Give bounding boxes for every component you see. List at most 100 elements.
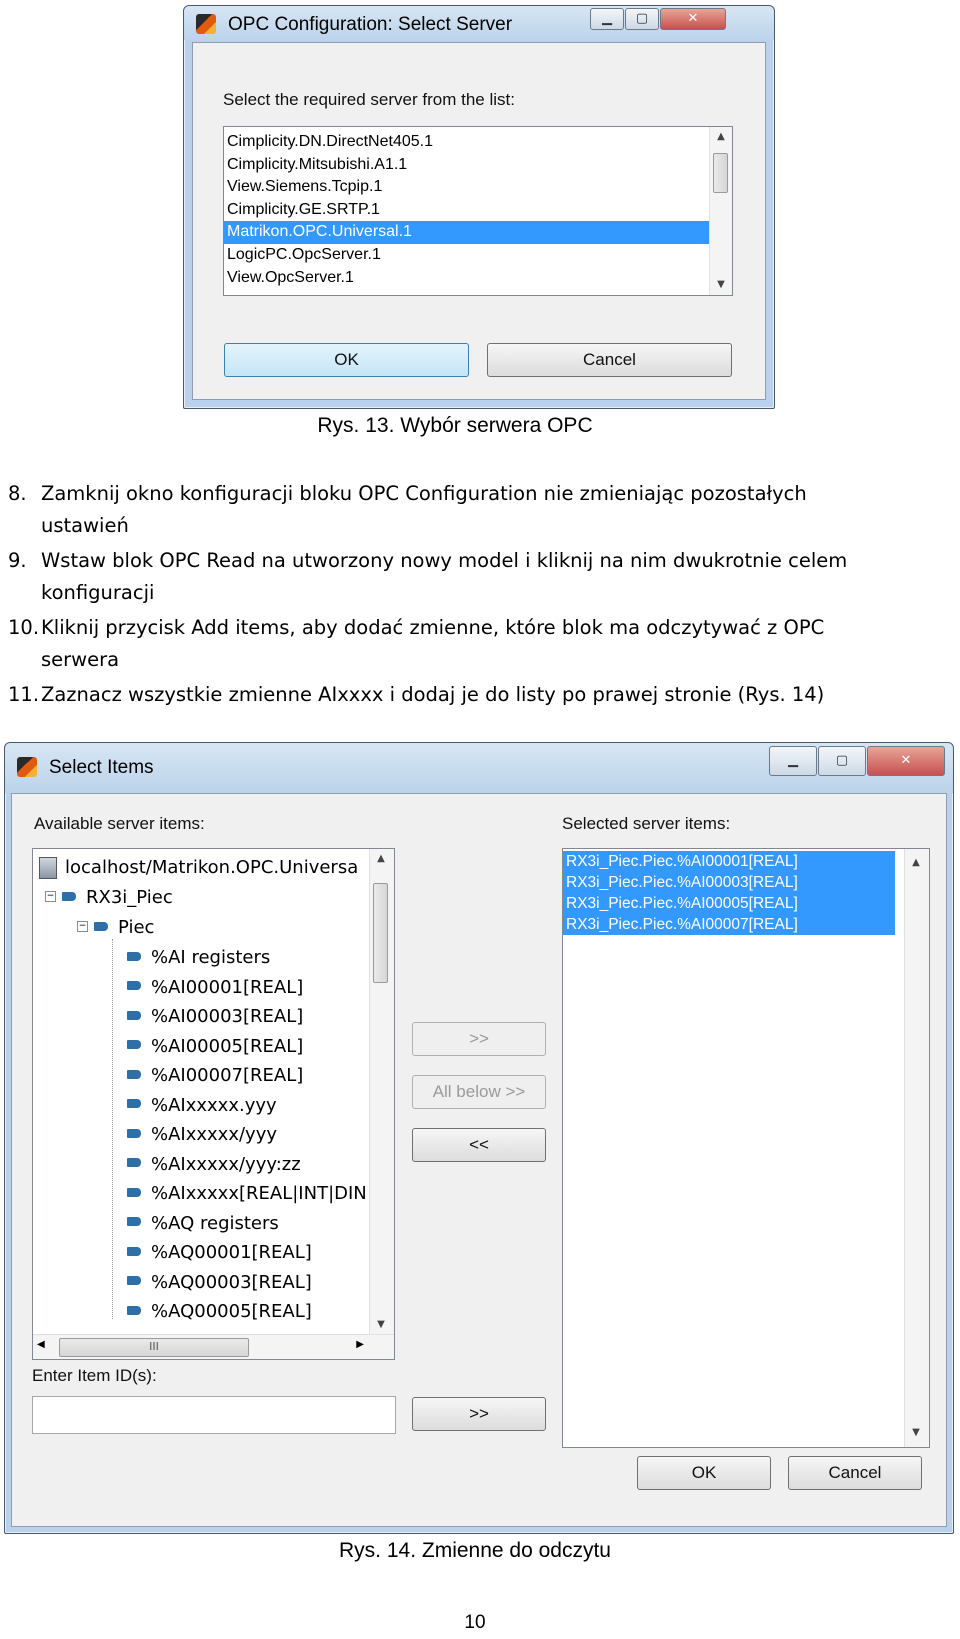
add-item-id-button[interactable]: >> xyxy=(412,1397,546,1431)
tree-leaf-label: %AQ00003[REAL] xyxy=(151,1271,312,1293)
minimize-icon[interactable]: ▁ xyxy=(590,8,624,30)
scroll-left-icon[interactable]: ◀ xyxy=(37,1339,45,1350)
tag-icon xyxy=(127,1010,141,1020)
collapse-icon[interactable]: − xyxy=(77,920,88,932)
selected-list-scrollbar[interactable]: ▲ ▼ xyxy=(904,849,929,1447)
step-text-continued: serwera xyxy=(41,648,120,671)
tag-icon xyxy=(127,1217,141,1226)
tag-icon xyxy=(127,1099,141,1108)
item-id-input[interactable] xyxy=(32,1396,396,1434)
available-items-tree[interactable]: localhost/Matrikon.OPC.Universa − RX3i_Pi… xyxy=(32,848,395,1360)
select-server-title: OPC Configuration: Select Server xyxy=(228,14,513,35)
tree-leaf-label: %AI00007[REAL] xyxy=(151,1065,304,1086)
select-server-window: OPC Configuration: Select Server ▁ ▢ ✕ S… xyxy=(183,5,775,409)
tree-leaf-item[interactable]: %AI00001[REAL] xyxy=(127,973,303,1003)
tree-root-server[interactable]: localhost/Matrikon.OPC.Universa xyxy=(39,853,358,883)
collapse-icon[interactable]: − xyxy=(45,890,56,902)
maximize-icon[interactable]: ▢ xyxy=(625,8,659,30)
step-text-continued: ustawień xyxy=(41,514,129,537)
minimize-icon[interactable]: ▁ xyxy=(769,746,817,776)
step-11: 11. Zaznacz wszystkie zmienne AIxxxx i do… xyxy=(8,679,824,711)
tree-leaf-item[interactable]: %AI00007[REAL] xyxy=(127,1061,303,1091)
tree-horizontal-scrollbar[interactable]: ◀ III ▶ xyxy=(33,1334,394,1359)
tag-icon xyxy=(127,1305,141,1315)
tree-leaf-label: %AIxxxxx/yyy xyxy=(151,1124,278,1145)
scroll-up-icon[interactable]: ▲ xyxy=(710,127,732,147)
server-list-item[interactable]: View.Siemens.Tcpip.1 xyxy=(224,176,710,199)
tree-leaf-item[interactable]: %AIxxxxx/yyy:zz xyxy=(127,1150,301,1180)
page-number: 10 xyxy=(464,1612,486,1633)
tree-vertical-scrollbar[interactable]: ▲ ▼ xyxy=(369,849,394,1335)
tree-leaf-label: %AQ registers xyxy=(151,1212,279,1234)
scrollbar-thumb[interactable] xyxy=(713,153,728,193)
selected-item[interactable]: RX3i_Piec.Piec.%AI00007[REAL] xyxy=(563,914,895,935)
tree-leaf-item[interactable]: %AQ00003[REAL] xyxy=(127,1268,312,1298)
tree-leaf-label: %AI00005[REAL] xyxy=(151,1035,304,1057)
cancel-button[interactable]: Cancel xyxy=(487,343,732,377)
matlab-logo-icon xyxy=(17,757,37,777)
scroll-grip: III xyxy=(149,1340,159,1353)
tag-icon xyxy=(127,1246,141,1256)
server-list-item[interactable]: View.OpcServer.1 xyxy=(224,267,710,290)
tree-node-piec[interactable]: − Piec xyxy=(77,913,154,943)
server-list-item[interactable]: Cimplicity.DN.DirectNet405.1 xyxy=(224,131,710,154)
remove-item-button[interactable]: << xyxy=(412,1128,546,1162)
tree-leaf-label: %AI00001[REAL] xyxy=(151,976,304,998)
cancel-button[interactable]: Cancel xyxy=(788,1456,922,1490)
select-items-titlebar[interactable]: Select Items ▁ ▢ ✕ xyxy=(5,743,953,793)
close-icon[interactable]: ✕ xyxy=(660,8,726,30)
available-items-label: Available server items: xyxy=(34,814,205,833)
selected-items-list[interactable]: RX3i_Piec.Piec.%AI00001[REAL] RX3i_Piec.P… xyxy=(562,848,930,1448)
server-list-scrollbar[interactable]: ▲ ▼ xyxy=(709,127,732,295)
server-list-item[interactable]: LogicPC.OpcServer.1 xyxy=(224,244,710,267)
ok-button[interactable]: OK xyxy=(637,1456,771,1490)
tree-leaf-item[interactable]: %AI00005[REAL] xyxy=(127,1032,303,1062)
scroll-up-icon[interactable]: ▲ xyxy=(370,849,392,869)
tree-leaf-item[interactable]: %AQ00005[REAL] xyxy=(127,1297,312,1327)
step-text-continued: konfiguracji xyxy=(41,581,155,604)
tree-leaf-item[interactable]: %AIxxxxx[REAL|INT|DIN xyxy=(127,1179,367,1209)
scroll-down-icon[interactable]: ▼ xyxy=(370,1315,392,1335)
tree-leaf-item[interactable]: %AIxxxxx/yyy xyxy=(127,1120,277,1150)
tree-leaf-item[interactable]: %AQ registers xyxy=(127,1209,279,1239)
tree-leaf-item[interactable]: %AIxxxxx.yyy xyxy=(127,1091,277,1121)
tree-leaf-item[interactable]: %AI registers xyxy=(127,943,270,973)
tree-leaf-label: %AIxxxxx/yyy:zz xyxy=(151,1153,301,1175)
server-list-item[interactable]: Cimplicity.Mitsubishi.A1.1 xyxy=(224,154,710,177)
figure-caption-14: Rys. 14. Zmienne do odczytu xyxy=(339,1539,611,1562)
scrollbar-thumb[interactable]: III xyxy=(59,1338,249,1357)
server-list-item[interactable]: Cimplicity.GE.SRTP.1 xyxy=(224,199,710,222)
selected-items-label: Selected server items: xyxy=(562,814,731,833)
scrollbar-thumb[interactable] xyxy=(373,883,388,983)
selected-item[interactable]: RX3i_Piec.Piec.%AI00005[REAL] xyxy=(563,893,895,914)
step-text: Wstaw blok OPC Read na utworzony nowy mo… xyxy=(41,549,848,572)
scroll-right-icon[interactable]: ▶ xyxy=(356,1339,364,1350)
step-text: Zamknij okno konfiguracji bloku OPC Conf… xyxy=(41,482,807,505)
scroll-down-icon[interactable]: ▼ xyxy=(710,275,732,295)
server-computer-icon xyxy=(39,857,57,879)
maximize-icon[interactable]: ▢ xyxy=(818,746,866,776)
tree-leaf-label: %AI00003[REAL] xyxy=(151,1006,304,1027)
select-server-titlebar[interactable]: OPC Configuration: Select Server ▁ ▢ ✕ xyxy=(184,6,774,40)
tag-icon xyxy=(127,1187,141,1197)
step-10: 10. Kliknij przycisk Add items, aby dodać… xyxy=(8,612,824,676)
tree-root-label: localhost/Matrikon.OPC.Universa xyxy=(65,857,359,878)
select-items-body: Available server items: Selected server … xyxy=(11,793,947,1527)
tree-leaf-item[interactable]: %AQ00001[REAL] xyxy=(127,1238,312,1268)
add-item-button[interactable]: >> xyxy=(412,1022,546,1056)
tag-icon xyxy=(127,1040,141,1049)
selected-item[interactable]: RX3i_Piec.Piec.%AI00003[REAL] xyxy=(563,872,895,893)
add-all-below-button[interactable]: All below >> xyxy=(412,1075,546,1109)
server-listbox[interactable]: Cimplicity.DN.DirectNet405.1 Cimplicity.M… xyxy=(223,126,733,296)
device-tag-icon xyxy=(94,921,108,931)
selected-item[interactable]: RX3i_Piec.Piec.%AI00001[REAL] xyxy=(563,851,895,872)
scroll-up-icon[interactable]: ▲ xyxy=(905,853,927,873)
tree-leaf-label: %AI registers xyxy=(151,947,271,968)
scroll-down-icon[interactable]: ▼ xyxy=(905,1423,927,1443)
close-icon[interactable]: ✕ xyxy=(867,746,945,776)
ok-button[interactable]: OK xyxy=(224,343,469,377)
tree-node-rx3i[interactable]: − RX3i_Piec xyxy=(45,883,173,913)
server-list-item[interactable]: Matrikon.OPC.Universal.1 xyxy=(224,221,710,244)
tree-node-label: RX3i_Piec xyxy=(86,887,173,908)
tree-leaf-item[interactable]: %AI00003[REAL] xyxy=(127,1002,303,1032)
